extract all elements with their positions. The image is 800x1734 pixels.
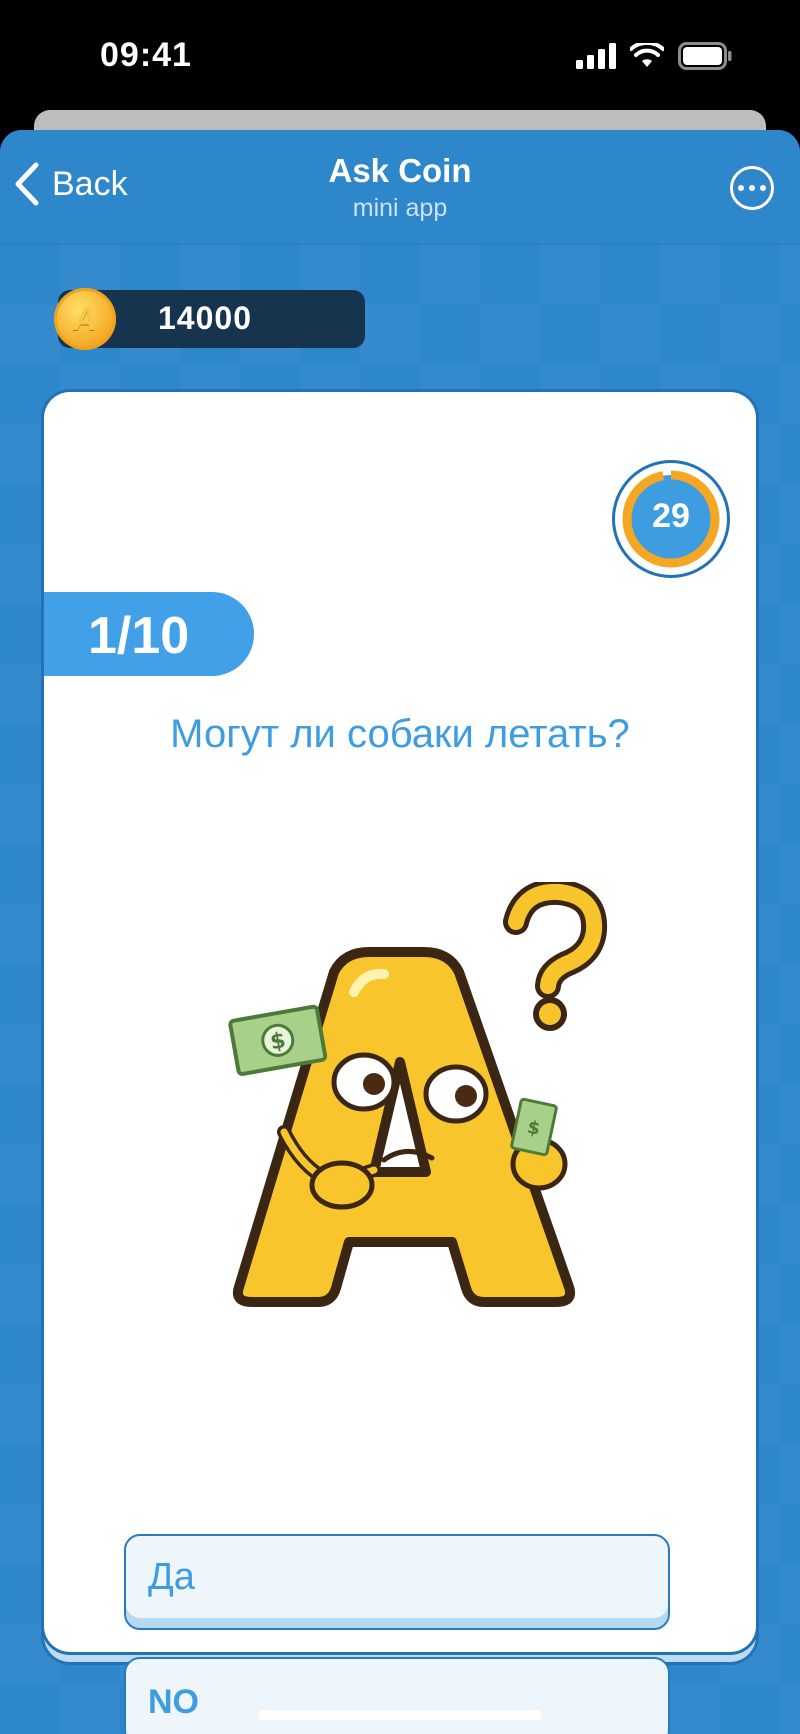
app-title: Ask Coin: [328, 152, 472, 189]
balance-pill: A 14000: [54, 288, 365, 350]
home-indicator: [258, 1710, 542, 1720]
signal-icon: [576, 43, 616, 69]
mini-app: Back Ask Coin mini app A 14000 1/10 Могу…: [0, 130, 800, 1734]
answer-option-yes[interactable]: Да: [124, 1534, 670, 1630]
answer-option-no[interactable]: NO: [124, 1657, 670, 1734]
question-text: Могут ли собаки летать?: [170, 712, 630, 756]
coin-letter: A: [73, 301, 97, 337]
answer-label: NO: [148, 1683, 199, 1721]
status-time: 09:41: [100, 36, 192, 74]
countdown-timer: 29: [615, 463, 727, 575]
balance-value: 14000: [158, 300, 252, 336]
battery-icon: [678, 42, 732, 70]
answer-label: Да: [148, 1556, 195, 1598]
more-icon: [738, 185, 744, 191]
timer-value: 29: [652, 497, 690, 535]
status-bar: 09:41: [0, 0, 800, 110]
coin-icon: A: [54, 288, 116, 350]
mascot-letter-a-illustration: $ $: [228, 882, 608, 1307]
more-button[interactable]: [730, 166, 774, 210]
status-icons: [576, 42, 732, 70]
question-counter: 1/10: [44, 592, 254, 676]
wifi-icon: [630, 43, 664, 67]
nav-bar: Back Ask Coin mini app: [0, 130, 800, 245]
question-card: 1/10 Могут ли собаки летать? $ $ Да NO: [44, 392, 756, 1734]
question-counter-text: 1/10: [88, 607, 190, 665]
app-subtitle: mini app: [352, 194, 448, 222]
